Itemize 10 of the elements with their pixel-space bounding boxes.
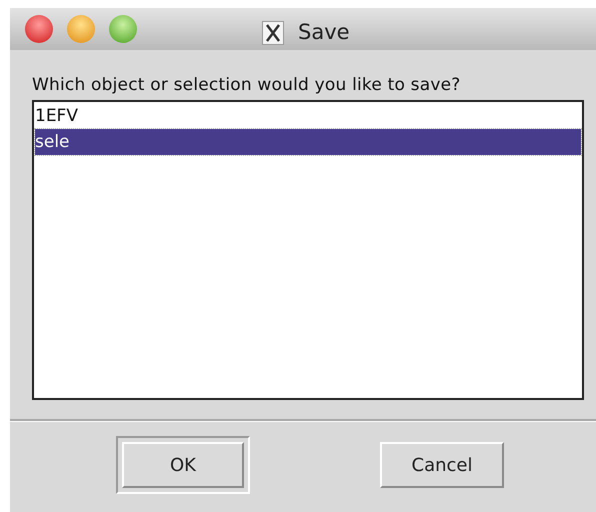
minimize-button[interactable] [67,15,95,43]
list-item[interactable]: 1EFV [35,103,581,129]
ok-button[interactable]: OK [116,436,250,494]
list-item[interactable]: sele [35,129,581,155]
close-button[interactable] [25,15,53,43]
window-title: Save [298,19,350,46]
app-icon [262,20,284,45]
object-list[interactable]: 1EFV sele [32,100,584,400]
prompt-text: Which object or selection would you like to save? [32,74,462,96]
zoom-button[interactable] [109,15,137,43]
